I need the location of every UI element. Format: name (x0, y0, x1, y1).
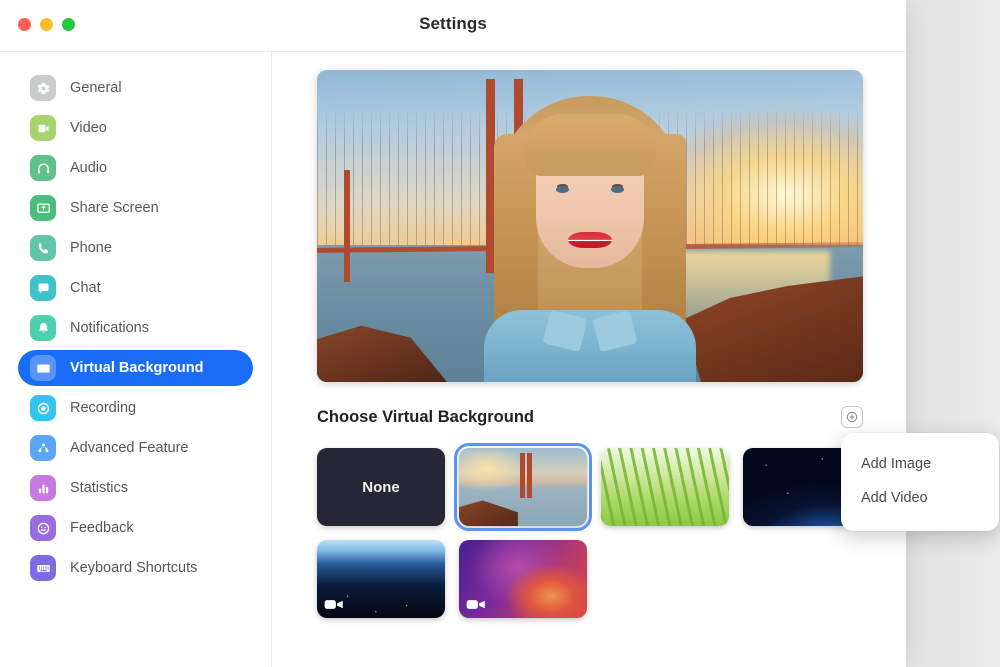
advanced-feature-icon (30, 435, 56, 461)
gear-icon (30, 75, 56, 101)
video-badge-icon (324, 598, 344, 611)
background-thumbnail-grid: None (317, 443, 877, 618)
settings-window: Settings General Video Audio Share Screen Ph… (0, 0, 906, 667)
chat-bubble-icon (30, 275, 56, 301)
sidebar-item-share-screen[interactable]: Share Screen (18, 190, 253, 226)
sidebar-item-label: Chat (70, 280, 101, 296)
thumbnail-label: None (362, 478, 400, 496)
sidebar-item-label: General (70, 80, 122, 96)
share-screen-icon (30, 195, 56, 221)
section-title: Choose Virtual Background (317, 407, 534, 426)
title-bar: Settings (0, 0, 906, 52)
add-background-menu: Add Image Add Video (841, 433, 999, 531)
headphones-icon (30, 155, 56, 181)
phone-icon (30, 235, 56, 261)
sidebar-item-notifications[interactable]: Notifications (18, 310, 253, 346)
page-title: Settings (419, 14, 487, 33)
sidebar-item-label: Advanced Feature (70, 440, 189, 456)
sidebar-item-label: Keyboard Shortcuts (70, 560, 198, 576)
sidebar-item-label: Share Screen (70, 200, 159, 216)
background-thumbnail-none[interactable]: None (317, 448, 445, 526)
background-thumbnail-gradient[interactable] (459, 540, 587, 618)
sidebar-item-advanced-feature[interactable]: Advanced Feature (18, 430, 253, 466)
sidebar-item-video[interactable]: Video (18, 110, 253, 146)
video-badge-icon (466, 598, 486, 611)
sidebar-item-statistics[interactable]: Statistics (18, 470, 253, 506)
sidebar: General Video Audio Share Screen Phone Chat No… (0, 52, 272, 667)
sidebar-item-label: Audio (70, 160, 108, 176)
sidebar-item-label: Phone (70, 240, 112, 256)
video-preview (317, 70, 863, 382)
sidebar-item-feedback[interactable]: Feedback (18, 510, 253, 546)
bell-icon (30, 315, 56, 341)
sidebar-item-audio[interactable]: Audio (18, 150, 253, 186)
background-thumbnail-bridge[interactable] (454, 443, 592, 531)
sidebar-item-label: Statistics (70, 480, 129, 496)
keyboard-icon (30, 555, 56, 581)
smiley-face-icon (30, 515, 56, 541)
sidebar-item-chat[interactable]: Chat (18, 270, 253, 306)
sidebar-item-phone[interactable]: Phone (18, 230, 253, 266)
virtual-background-icon (30, 355, 56, 381)
sidebar-item-label: Notifications (70, 320, 149, 336)
preview-bridge-tower-far (344, 169, 351, 283)
sidebar-item-label: Feedback (70, 520, 134, 536)
sidebar-item-recording[interactable]: Recording (18, 390, 253, 426)
background-thumbnail-earth[interactable] (317, 540, 445, 618)
video-camera-icon (30, 115, 56, 141)
screen: Settings General Video Audio Share Screen Ph… (0, 0, 1000, 667)
choose-background-header: Choose Virtual Background (317, 406, 863, 428)
desktop-right-strip (906, 0, 1000, 667)
preview-person (470, 82, 710, 382)
sidebar-item-keyboard-shortcuts[interactable]: Keyboard Shortcuts (18, 550, 253, 586)
sidebar-item-label: Virtual Background (70, 360, 204, 376)
sidebar-item-general[interactable]: General (18, 70, 253, 106)
menu-item-add-video[interactable]: Add Video (841, 481, 999, 515)
sidebar-item-label: Recording (70, 400, 137, 416)
bar-chart-icon (30, 475, 56, 501)
add-background-button[interactable] (841, 406, 863, 428)
menu-item-add-image[interactable]: Add Image (841, 447, 999, 481)
sidebar-item-label: Video (70, 120, 107, 136)
sidebar-item-virtual-background[interactable]: Virtual Background (18, 350, 253, 386)
background-thumbnail-grass[interactable] (601, 448, 729, 526)
main-content: Choose Virtual Background None (272, 52, 906, 667)
record-circle-icon (30, 395, 56, 421)
